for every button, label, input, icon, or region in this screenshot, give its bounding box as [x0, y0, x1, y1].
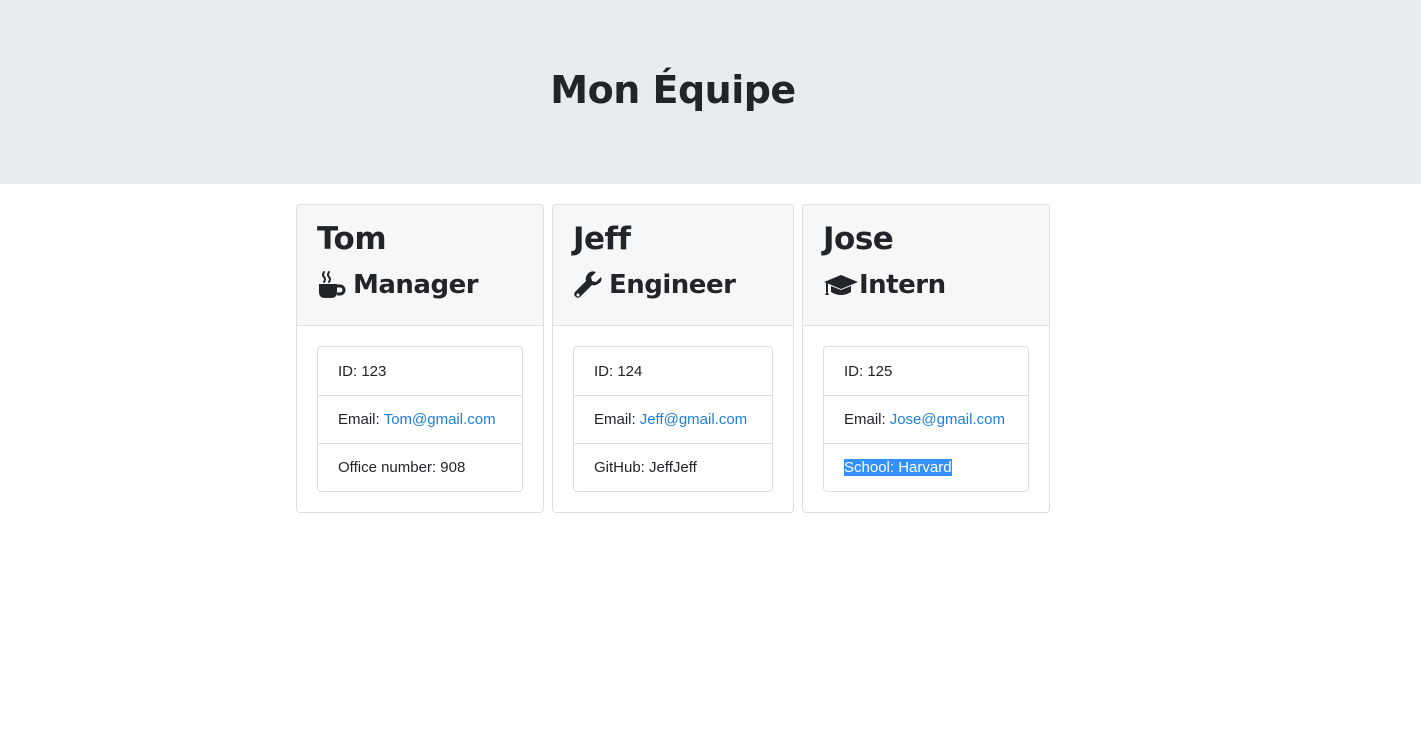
- office-number: Office number: 908: [318, 443, 522, 491]
- card-body: ID: 124 Email: Jeff@gmail.com GitHub: Je…: [553, 326, 793, 512]
- email-label: Email:: [844, 411, 886, 428]
- card-header: Jose Intern: [803, 205, 1049, 326]
- employee-card-engineer: Jeff Engineer ID: 124 Email: Jeff@gmail.…: [552, 204, 794, 513]
- employee-id: ID: 124: [594, 362, 643, 380]
- mug-hot-icon: [317, 267, 353, 303]
- email-link[interactable]: Tom@gmail.com: [384, 411, 496, 428]
- info-list: ID: 125 Email: Jose@gmail.com School: Ha…: [823, 346, 1029, 492]
- school-row: School: Harvard: [824, 443, 1028, 491]
- header-jumbotron: Mon Équipe: [0, 0, 1421, 184]
- employee-role: Manager: [317, 267, 543, 303]
- role-label: Engineer: [609, 270, 736, 300]
- employee-email-row: Email: Jose@gmail.com: [824, 395, 1028, 443]
- employee-id: ID: 123: [338, 362, 387, 380]
- page-title: Mon Équipe: [550, 68, 796, 112]
- employee-email-row: Email: Jeff@gmail.com: [574, 395, 772, 443]
- email-link[interactable]: Jose@gmail.com: [890, 411, 1005, 428]
- card-header: Tom Manager: [297, 205, 543, 326]
- employee-name: Tom: [317, 221, 387, 257]
- employee-role: Intern: [823, 267, 1049, 303]
- email-label: Email:: [338, 411, 380, 428]
- card-body: ID: 125 Email: Jose@gmail.com School: Ha…: [803, 326, 1049, 512]
- email-link[interactable]: Jeff@gmail.com: [640, 411, 747, 428]
- info-list: ID: 123 Email: Tom@gmail.com Office numb…: [317, 346, 523, 492]
- email-label: Email:: [594, 411, 636, 428]
- employee-id: ID: 125: [844, 362, 893, 380]
- employee-card-manager: Tom Manager ID: 123 Email: Tom@gmail.com…: [296, 204, 544, 513]
- info-list: ID: 124 Email: Jeff@gmail.com GitHub: Je…: [573, 346, 773, 492]
- role-label: Intern: [859, 270, 946, 300]
- employee-role: Engineer: [573, 267, 793, 303]
- employee-email-row: Email: Tom@gmail.com: [318, 395, 522, 443]
- employee-card-intern: Jose Intern ID: 125 Email: Jose@gmail.co…: [802, 204, 1050, 513]
- github-username: GitHub: JeffJeff: [574, 443, 772, 491]
- school-name: School: Harvard: [844, 459, 952, 476]
- card-header: Jeff Engineer: [553, 205, 793, 326]
- employee-name: Jose: [823, 221, 894, 257]
- graduation-cap-icon: [823, 267, 859, 303]
- wrench-icon: [573, 267, 609, 303]
- role-label: Manager: [353, 270, 479, 300]
- card-body: ID: 123 Email: Tom@gmail.com Office numb…: [297, 326, 543, 512]
- employee-name: Jeff: [573, 221, 631, 257]
